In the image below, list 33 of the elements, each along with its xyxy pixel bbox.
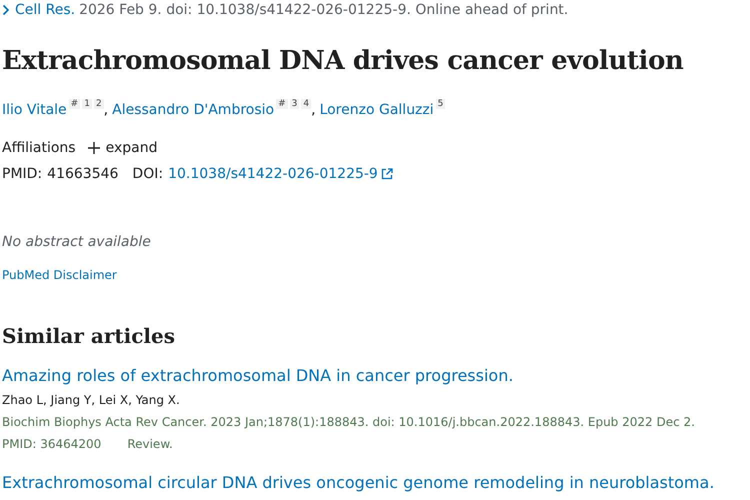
expand-toggle[interactable]: expand xyxy=(76,140,158,156)
article-authors: Zhao L, Jiang Y, Lei X, Yang X. xyxy=(2,393,181,407)
author-separator: , xyxy=(104,102,108,118)
external-link-icon xyxy=(380,168,393,180)
affiliation-mark[interactable]: # xyxy=(68,99,80,109)
similar-article-link[interactable]: Amazing roles of extrachromosomal DNA in cancer progression. xyxy=(2,366,750,385)
affiliation-mark[interactable]: # xyxy=(276,99,288,109)
doi-label: DOI: xyxy=(132,166,164,182)
pmid-value: 41663546 xyxy=(47,166,118,182)
doi-link[interactable]: 10.1038/s41422-026-01225-9 xyxy=(168,166,378,182)
disclaimer-link[interactable]: PubMed Disclaimer xyxy=(2,268,117,282)
author-link[interactable]: Ilio Vitale xyxy=(2,102,67,118)
affiliation-mark[interactable]: 4 xyxy=(301,99,312,109)
affiliation-mark[interactable]: 1 xyxy=(82,99,92,109)
author-separator: , xyxy=(311,102,316,118)
affiliations-label: Affiliations xyxy=(2,140,76,156)
article-title: Extrachromosomal DNA drives cancer evolution xyxy=(2,46,684,76)
affiliation-mark[interactable]: 5 xyxy=(436,99,446,109)
author-link[interactable]: Lorenzo Galluzzi xyxy=(320,102,434,118)
article-pmid: PMID: 36464200 xyxy=(2,437,102,451)
section-heading: Similar articles xyxy=(2,324,176,348)
pmid-label: PMID: xyxy=(2,166,42,182)
affiliation-mark[interactable]: 2 xyxy=(94,99,104,109)
citation-details: 2026 Feb 9. doi: 10.1038/s41422-026-01225-9. Online ahead of print. xyxy=(79,2,568,18)
article-type: Review. xyxy=(127,437,173,451)
affiliation-mark[interactable]: 3 xyxy=(290,99,300,109)
chevron-right-icon xyxy=(2,4,10,16)
author-link[interactable]: Alessandro D'Ambrosio xyxy=(112,102,274,118)
similar-article-link[interactable]: Extrachromosomal circular DNA drives oncogenic genome remodeling in neuroblastoma. xyxy=(2,473,750,492)
plus-icon xyxy=(88,142,100,154)
no-abstract-note: No abstract available xyxy=(2,234,152,250)
journal-link[interactable]: Cell Res. xyxy=(15,2,76,18)
article-source: Biochim Biophys Acta Rev Cancer. 2023 Jan;1878(1):188843. doi: 10.1016/j.bbcan.2022.188843. Epub 2022 Dec 2. xyxy=(2,415,696,429)
